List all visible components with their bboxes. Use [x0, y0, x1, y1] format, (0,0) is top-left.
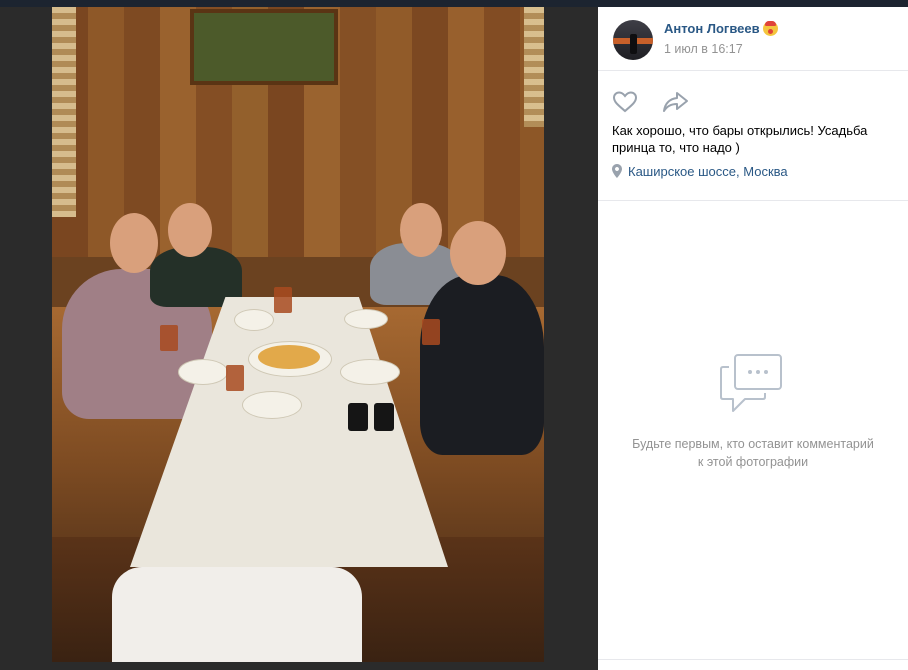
share-arrow-icon[interactable] [662, 90, 690, 114]
curtain-fringe-left [52, 7, 76, 217]
plate [344, 309, 388, 329]
divider [598, 659, 908, 660]
post-info-panel: Антон Логвеев 1 июл в 16:17 Как хорошо, … [598, 7, 908, 670]
glass [226, 365, 244, 391]
wall-painting [190, 9, 338, 85]
post-date[interactable]: 1 июл в 16:17 [664, 42, 743, 56]
beer-mug [274, 287, 292, 313]
post-header: Антон Логвеев 1 июл в 16:17 [598, 7, 908, 71]
chair-cover [112, 567, 362, 662]
post-actions: Как хорошо, что бары открылись! Усадьба … [598, 70, 908, 201]
author-name[interactable]: Антон Логвеев [664, 21, 760, 36]
phone [374, 403, 394, 431]
post-location[interactable]: Каширское шоссе, Москва [612, 164, 788, 179]
person-right-head [450, 221, 506, 285]
beer-mug [422, 319, 440, 345]
beer-mug [160, 325, 178, 351]
comments-bubble-icon [720, 354, 782, 412]
empty-comments-text: Будьте первым, кто оставит комментарий к… [632, 437, 874, 469]
fries [258, 345, 320, 369]
plate [234, 309, 274, 331]
heart-icon[interactable] [612, 90, 638, 114]
person-back-right-head [400, 203, 442, 257]
phone [348, 403, 368, 431]
map-pin-icon [612, 164, 622, 178]
plate [340, 359, 400, 385]
curtain-fringe-right [524, 7, 544, 127]
person-right [420, 275, 544, 455]
clown-face-icon [763, 21, 778, 36]
location-label[interactable]: Каширское шоссе, Москва [628, 164, 788, 179]
post-text: Как хорошо, что бары открылись! Усадьба … [612, 123, 868, 155]
plate [242, 391, 302, 419]
person-back-left-head [168, 203, 212, 257]
post-photo[interactable] [52, 7, 544, 662]
top-bar [0, 0, 908, 7]
photo-viewer [0, 7, 598, 670]
avatar[interactable] [613, 20, 653, 60]
plate [178, 359, 228, 385]
